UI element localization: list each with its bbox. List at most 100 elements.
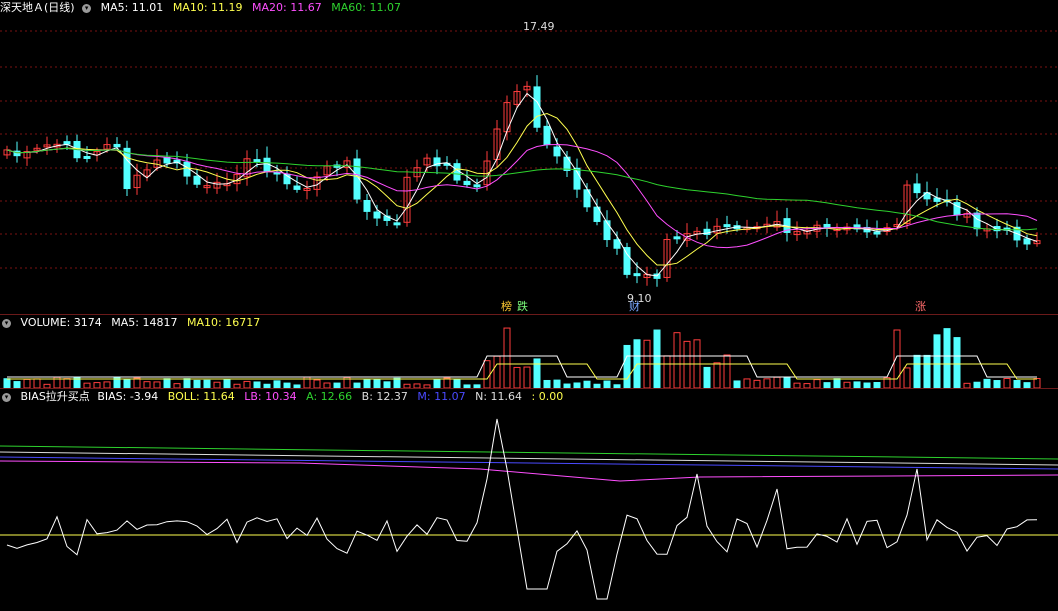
volume-bar [363,378,371,388]
volume-bar [3,378,11,388]
volume-bar [453,379,461,388]
volume-bar [733,380,741,388]
tag-die[interactable]: 跌 [516,300,529,313]
tag-cai[interactable]: 财 [628,300,641,313]
candle-body [253,159,261,163]
volume-bar [723,354,731,388]
volume-bar [833,378,841,388]
candle-body [83,156,91,160]
candle-body [363,199,371,212]
volume-bar [243,380,251,388]
volume-ma5-line [7,355,1037,378]
ma-line [6,147,1038,231]
volume-bar [783,377,791,388]
candle-body [623,247,631,275]
volume-bar [683,340,691,388]
volume-bar [393,377,401,388]
volume-bar [123,378,131,388]
volume-bar [133,377,141,388]
volume-bar [713,362,721,388]
candle-body [543,125,551,146]
bias-line [6,418,1038,600]
candle-body [113,143,121,148]
ma-line [6,112,1038,266]
ma-line [6,143,1038,249]
bias-pane[interactable]: ▾ BIAS拉升买点 BIAS: -3.94 BOLL: 11.64 LB: 1… [0,389,1058,611]
volume-bar [543,379,551,388]
volume-bar [773,376,781,388]
volume-bar [513,366,521,388]
volume-bar [583,380,591,388]
volume-pane[interactable]: ▾ VOLUME: 3174 MA5: 14817 MA10: 16717 [0,315,1058,388]
volume-bar [813,379,821,388]
volume-bar [523,366,531,388]
volume-bar [553,379,561,388]
volume-bar [743,378,751,388]
candle-body [463,180,471,186]
volume-chart[interactable] [0,315,1058,388]
volume-bar [663,355,671,388]
volume-bar [1013,380,1021,388]
bias-chart[interactable] [0,389,1058,611]
volume-bar [533,358,541,388]
volume-bar [703,366,711,388]
lb-line [0,460,1058,482]
volume-bar [753,379,761,388]
candle-body [393,222,401,226]
volume-bar [223,379,231,388]
volume-bar [903,367,911,388]
volume-bar [23,378,31,388]
volume-bar [443,377,451,388]
volume-bar [193,379,201,388]
kline-pane[interactable]: 深天地Ａ(日线) ▾ MA5: 11.01 MA10: 11.19 MA20: … [0,0,1058,314]
candle-body [533,86,541,128]
candlestick-chart[interactable] [0,0,1058,314]
volume-bar [373,379,381,388]
candle-body [633,273,641,277]
volume-bar [1003,377,1011,388]
candle-body [673,236,681,240]
candle-body [1023,238,1031,245]
candle-body [603,220,611,241]
volume-bar [653,329,661,388]
volume-bar [953,337,961,388]
volume-bar [33,378,41,388]
volume-bar [163,378,171,388]
candle-body [873,231,881,235]
volume-bar [913,354,921,388]
candle-body [293,185,301,190]
a-line [0,445,1058,460]
candle-body [553,146,561,157]
candle-body [913,183,921,194]
volume-bar [273,380,281,388]
candle-body [723,224,731,228]
volume-bar [493,355,501,388]
volume-bar [763,378,771,388]
volume-bar [483,360,491,388]
volume-bar [313,379,321,388]
volume-bar [203,379,211,388]
candle-body [193,175,201,185]
candle-body [473,184,481,188]
volume-bar [183,378,191,388]
tag-zhang[interactable]: 涨 [914,300,927,313]
candle-body [373,211,381,219]
candle-body [123,147,131,190]
high-price-label: 17.49 [523,20,555,33]
volume-bar [943,328,951,388]
volume-bar [503,327,511,388]
volume-bar [433,378,441,388]
volume-bar [63,378,71,388]
candle-body [63,141,71,145]
candle-body [973,212,981,230]
tag-bang[interactable]: 榜 [500,300,513,313]
ma-line [6,92,1038,277]
volume-bar [933,334,941,388]
volume-bar [983,378,991,388]
volume-bar [1033,378,1041,388]
volume-bar [923,354,931,388]
candle-body [563,156,571,171]
volume-bar [993,380,1001,388]
volume-bar [603,380,611,388]
volume-bar [673,332,681,388]
